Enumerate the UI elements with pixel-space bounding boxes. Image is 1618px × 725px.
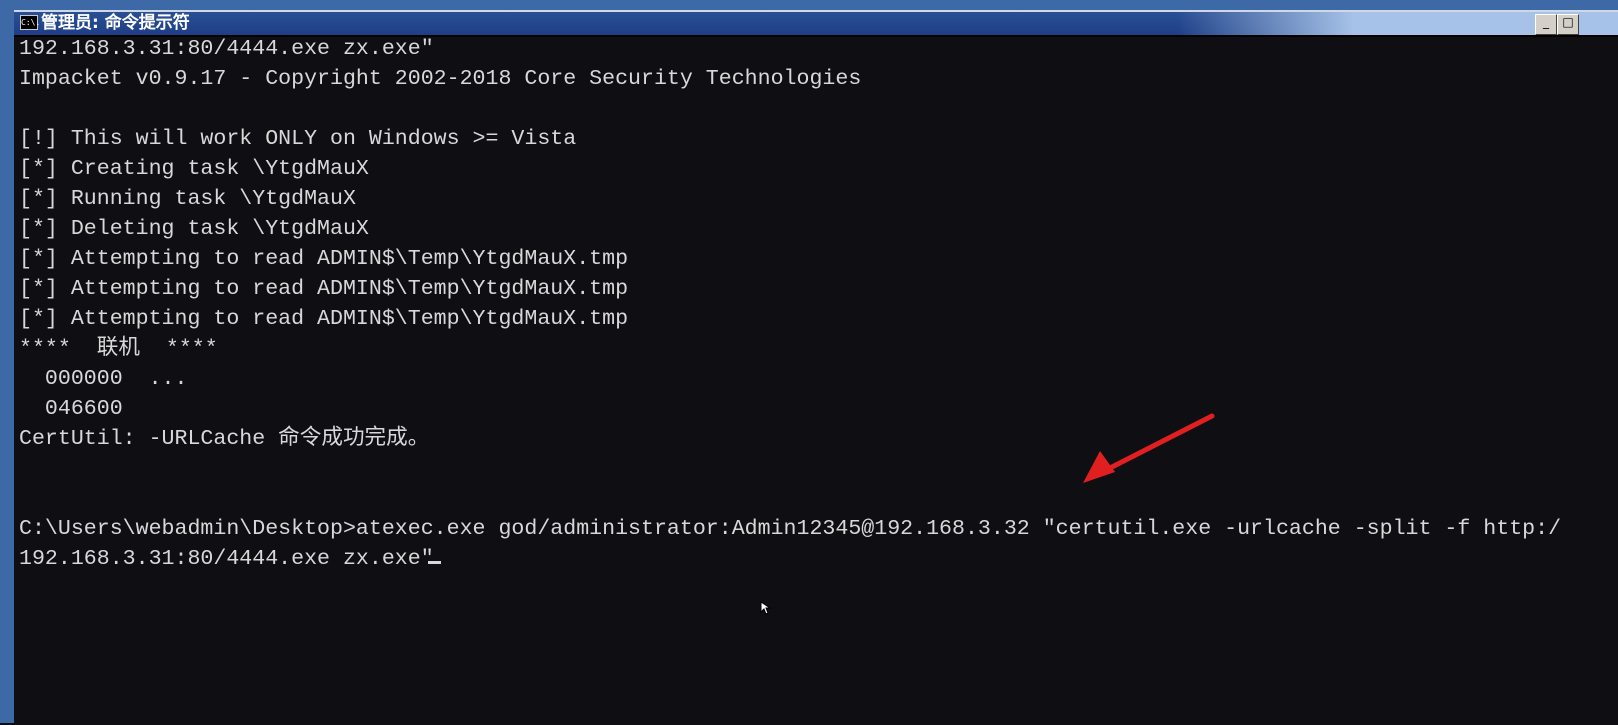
annotation-arrow <box>1083 413 1215 483</box>
arrow-shaft <box>1107 413 1215 471</box>
arrow-head <box>1083 451 1115 483</box>
mouse-pointer-icon <box>760 601 772 615</box>
